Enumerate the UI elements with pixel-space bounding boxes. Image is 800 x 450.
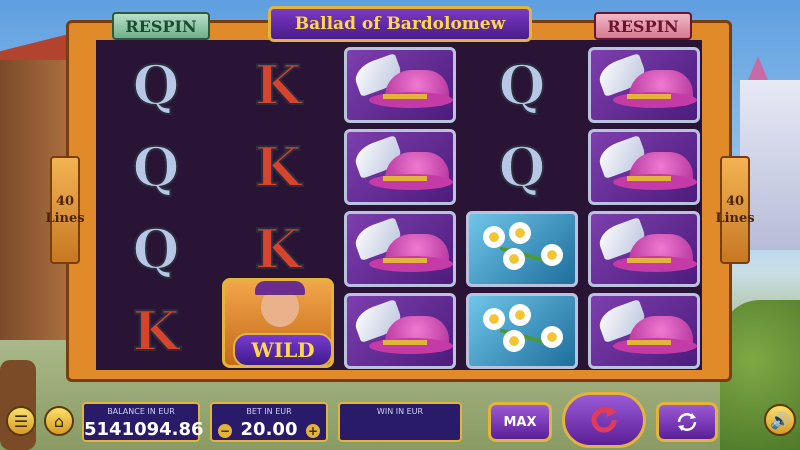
game-title: Ballad of Bardolomew (268, 6, 532, 42)
win-panel: WIN IN EUR (338, 402, 462, 442)
symbol-hat (588, 211, 700, 287)
symbol-q: Q (131, 52, 180, 118)
reel-cell (342, 46, 458, 124)
reel-1: QQQK (96, 40, 216, 370)
symbol-k: K (254, 134, 303, 200)
lines-indicator-right: 40 Lines (715, 156, 755, 264)
reel-cell: Q (464, 128, 580, 206)
reel-cell: Q (464, 46, 580, 124)
reel-cell: K (220, 46, 336, 124)
symbol-q: Q (131, 134, 180, 200)
reel-cell (586, 292, 702, 370)
balance-value: 5141094.86 (84, 419, 204, 440)
balance-panel: BALANCE IN EUR 5141094.86 (82, 402, 204, 442)
reel-cell (586, 128, 702, 206)
autoplay-icon (677, 413, 697, 431)
reel-cell: K (98, 292, 214, 370)
reel-cell (464, 210, 580, 288)
symbol-hat (588, 293, 700, 369)
reel-cell (586, 210, 702, 288)
lines-count: 40 (725, 194, 745, 209)
bet-panel: BET IN EUR − 20.00 + (210, 402, 328, 442)
reel-5 (584, 40, 704, 370)
symbol-q: Q (131, 216, 180, 282)
symbol-k: K (254, 52, 303, 118)
speaker-icon: 🔊 (770, 410, 790, 430)
spin-button[interactable] (562, 392, 646, 448)
reel-cell: K (220, 128, 336, 206)
reel-cell (464, 292, 580, 370)
symbol-hat (344, 211, 456, 287)
symbol-flower (466, 211, 578, 287)
reel-cell: Q (98, 46, 214, 124)
reel-cell: WILD (220, 278, 336, 368)
reel-area: Q Q Q K K K K WILD Q Q (96, 40, 702, 370)
symbol-hat (344, 47, 456, 123)
wild-label: WILD (233, 333, 333, 367)
balance-label: BALANCE IN EUR (107, 407, 175, 416)
reel-4: QQ (462, 40, 582, 370)
symbol-k: K (132, 298, 181, 364)
sound-button[interactable]: 🔊 (764, 404, 796, 436)
reel-cell (342, 128, 458, 206)
menu-button[interactable]: ☰ (6, 406, 36, 436)
symbol-k: K (254, 216, 303, 282)
reel-cell (342, 210, 458, 288)
lines-label: Lines (715, 211, 755, 226)
lines-count: 40 (55, 194, 75, 209)
symbol-q: Q (497, 134, 546, 200)
symbol-hat (344, 129, 456, 205)
win-label: WIN IN EUR (376, 407, 424, 416)
reel-cell (586, 46, 702, 124)
lines-indicator-left: 40 Lines (45, 156, 85, 264)
respin-banner-right: RESPIN (594, 12, 692, 40)
max-bet-button[interactable]: MAX (488, 402, 552, 442)
reel-3 (340, 40, 460, 370)
symbol-hat (588, 47, 700, 123)
symbol-wild: WILD (222, 278, 334, 368)
symbol-q: Q (497, 52, 546, 118)
home-button[interactable]: ⌂ (44, 406, 74, 436)
spin-arrow-icon (591, 406, 617, 433)
respin-banner-left: RESPIN (112, 12, 210, 40)
reel-cell (342, 292, 458, 370)
reel-cell: Q (98, 128, 214, 206)
menu-icon: ☰ (13, 411, 29, 431)
autoplay-button[interactable] (656, 402, 718, 442)
background-barrel (0, 360, 36, 450)
bet-label: BET IN EUR (246, 407, 292, 416)
lines-label: Lines (45, 211, 85, 226)
symbol-hat (344, 293, 456, 369)
home-icon: ⌂ (53, 411, 65, 431)
reel-cell: Q (98, 210, 214, 288)
bet-increase-button[interactable]: + (306, 424, 320, 438)
reel-2: K K K WILD (218, 40, 338, 370)
reel-cell: K (220, 210, 336, 288)
symbol-flower (466, 293, 578, 369)
symbol-hat (588, 129, 700, 205)
